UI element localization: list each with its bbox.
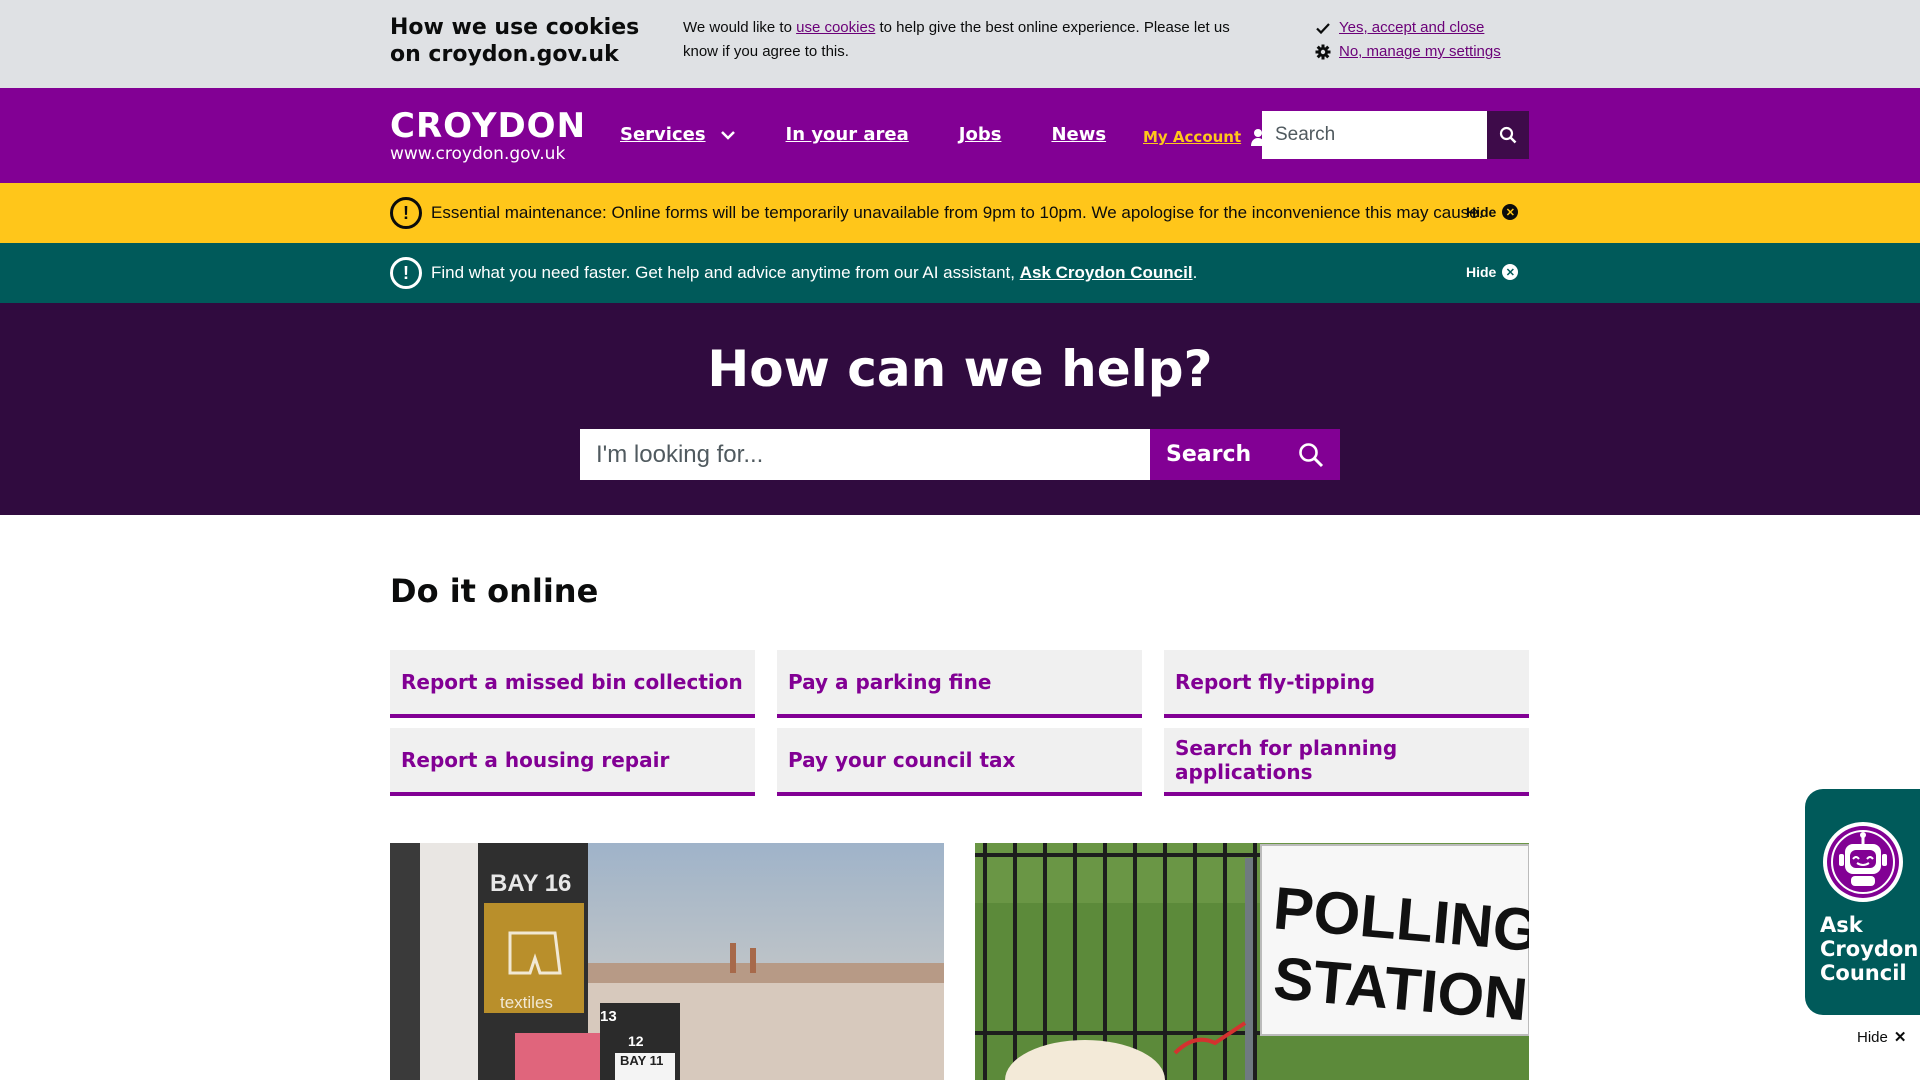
do-it-online-title: Do it online [390, 572, 599, 610]
assistant-message: Find what you need faster. Get help and … [431, 262, 1197, 284]
nav-news[interactable]: News [1051, 124, 1106, 145]
logo-title: CROYDON [390, 106, 587, 146]
cookie-text-before: We would like to [683, 19, 797, 36]
search-icon [1299, 442, 1324, 467]
hero-search-button[interactable]: Search [1150, 429, 1340, 480]
assistant-alert: ! Find what you need faster. Get help an… [0, 243, 1920, 303]
hide-maintenance-button[interactable]: Hide ✕ [1466, 204, 1519, 220]
bay-16-sign: BAY 16 [490, 870, 571, 897]
main-nav: Services In your area Jobs News [620, 124, 1106, 145]
tile-pay-council-tax[interactable]: Pay your council tax [777, 728, 1142, 796]
widget-label-line-3: Council [1820, 961, 1907, 985]
site-header: CROYDON www.croydon.gov.uk Services In y… [0, 88, 1920, 183]
accept-cookies-label: Yes, accept and close [1339, 19, 1485, 36]
widget-label: Ask Croydon Council [1820, 913, 1918, 985]
use-cookies-link[interactable]: use cookies [796, 19, 875, 36]
header-search-button[interactable] [1487, 111, 1529, 159]
recycling-bay-photo[interactable]: BAY 16 textiles 13 12 BAY 11 [390, 843, 944, 1080]
ask-croydon-council-widget[interactable]: Ask Croydon Council [1805, 789, 1920, 1015]
widget-label-line-1: Ask [1820, 913, 1863, 937]
my-account-link[interactable]: My Account [1143, 128, 1267, 146]
tile-search-planning[interactable]: Search for planning applications [1164, 728, 1529, 796]
gear-icon [1315, 44, 1331, 60]
nav-in-your-area[interactable]: In your area [786, 124, 909, 145]
polling-station-photo[interactable]: POLLING STATION [975, 843, 1529, 1080]
hide-widget-label: Hide [1857, 1028, 1888, 1046]
close-icon: ✕ [1502, 204, 1519, 220]
tile-report-fly-tipping[interactable]: Report fly-tipping [1164, 650, 1529, 718]
nav-jobs[interactable]: Jobs [959, 124, 1002, 145]
cookie-actions: Yes, accept and close No, manage my sett… [1315, 16, 1501, 64]
tile-report-missed-bin[interactable]: Report a missed bin collection [390, 650, 755, 718]
logo-url: www.croydon.gov.uk [390, 144, 566, 164]
assistant-message-after: . [1192, 263, 1198, 282]
bay-12-label: 12 [628, 1033, 644, 1049]
check-icon [1315, 20, 1331, 36]
widget-label-line-2: Croydon [1820, 937, 1919, 961]
nav-services[interactable]: Services [620, 124, 736, 145]
manage-cookies-button[interactable]: No, manage my settings [1315, 40, 1501, 64]
cookie-banner: How we use cookies on croydon.gov.uk We … [0, 0, 1920, 88]
hero-search-label: Search [1166, 442, 1252, 467]
ask-croydon-council-link[interactable]: Ask Croydon Council [1020, 263, 1193, 282]
maintenance-message: Essential maintenance: Online forms will… [431, 203, 1484, 222]
hide-label: Hide [1466, 264, 1497, 280]
maintenance-alert: ! Essential maintenance: Online forms wi… [0, 183, 1920, 243]
accept-cookies-button[interactable]: Yes, accept and close [1315, 16, 1501, 40]
tile-report-housing-repair[interactable]: Report a housing repair [390, 728, 755, 796]
do-it-online-tiles: Report a missed bin collection Pay a par… [390, 650, 1529, 796]
cookie-title: How we use cookies on croydon.gov.uk [390, 15, 640, 67]
cookie-text: We would like to use cookies to help giv… [683, 16, 1243, 64]
search-icon [1499, 126, 1517, 144]
close-icon: ✕ [1893, 1029, 1907, 1046]
croydon-logo[interactable]: CROYDON www.croydon.gov.uk [390, 108, 586, 164]
exclamation-icon: ! [390, 197, 422, 229]
hero-search: How can we help? Search [0, 303, 1920, 515]
robot-icon [1823, 822, 1903, 902]
assistant-message-before: Find what you need faster. Get help and … [431, 263, 1020, 282]
tile-pay-parking-fine[interactable]: Pay a parking fine [777, 650, 1142, 718]
bay-13-label: 13 [600, 1008, 617, 1025]
hide-assistant-alert-button[interactable]: Hide ✕ [1466, 264, 1519, 280]
hide-widget-button[interactable]: Hide ✕ [1857, 1028, 1907, 1047]
hero-title: How can we help? [707, 340, 1213, 398]
nav-services-label: Services [620, 124, 706, 145]
chevron-down-icon [720, 130, 735, 140]
bay-11-label: BAY 11 [620, 1053, 663, 1068]
exclamation-icon: ! [390, 257, 422, 289]
textiles-label: textiles [500, 993, 553, 1012]
hero-search-input[interactable] [580, 429, 1150, 480]
my-account-label: My Account [1143, 128, 1242, 146]
hide-label: Hide [1466, 204, 1497, 220]
close-icon: ✕ [1502, 264, 1519, 280]
manage-cookies-label: No, manage my settings [1339, 43, 1501, 60]
